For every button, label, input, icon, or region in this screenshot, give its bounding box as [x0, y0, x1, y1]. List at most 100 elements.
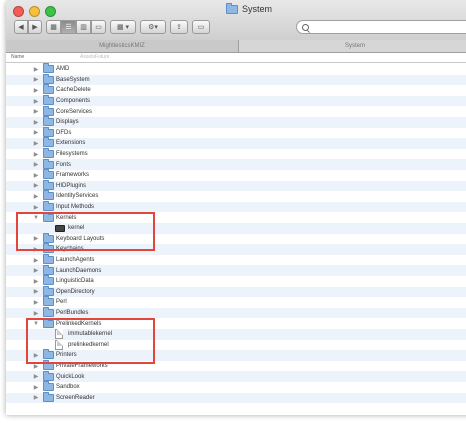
- folder-icon: [43, 73, 54, 84]
- disclosure-collapsed-icon[interactable]: ▶: [33, 119, 39, 126]
- file-row[interactable]: ▶ OpenDirectory: [6, 285, 466, 298]
- finder-window: System ◀ ▶ ▦ ☰ ▥ ▭ ▦ ▾ ⚙ ▾ ⇪ ▭ Mightiest…: [6, 0, 466, 415]
- back-button[interactable]: ◀: [14, 20, 28, 34]
- file-row[interactable]: ▶ Extensions: [6, 137, 466, 149]
- folder-icon: [43, 275, 54, 286]
- file-name-label: ScreenReader: [56, 394, 95, 401]
- tab-mightiesticskmiz[interactable]: MightiesticsKMIZ: [6, 40, 239, 52]
- tab-system[interactable]: System: [239, 40, 466, 52]
- file-row[interactable]: ▶ QuickLook: [6, 370, 466, 382]
- column-header: Name AssetsFuture: [6, 53, 466, 63]
- column-view-button[interactable]: ▥: [76, 20, 91, 34]
- disclosure-collapsed-icon[interactable]: ▶: [33, 310, 39, 317]
- folder-icon: [43, 264, 54, 275]
- file-name-label: Input Methods: [56, 204, 95, 211]
- disclosure-collapsed-icon[interactable]: ▶: [33, 151, 39, 158]
- file-row[interactable]: ▶ LinguisticData: [6, 275, 466, 287]
- file-row[interactable]: ▶ CacheDelete: [6, 84, 466, 96]
- disclosure-collapsed-icon[interactable]: ▶: [33, 98, 39, 105]
- file-row[interactable]: ▶ Input Methods: [6, 201, 466, 213]
- file-name-label: Components: [56, 98, 91, 105]
- disclosure-collapsed-icon[interactable]: ▶: [33, 257, 39, 264]
- close-button[interactable]: [13, 6, 24, 17]
- file-name-label: LaunchAgents: [56, 257, 95, 264]
- file-name-label: PerlBundles: [56, 310, 89, 317]
- disclosure-collapsed-icon[interactable]: ▶: [33, 193, 39, 200]
- file-row[interactable]: ▶ Fonts: [6, 158, 466, 170]
- folder-icon: [43, 179, 54, 190]
- file-row[interactable]: ▶ ScreenReader: [6, 391, 466, 404]
- file-row[interactable]: ▶ HIDPlugins: [6, 179, 466, 192]
- file-row[interactable]: ▶ Perl: [6, 296, 466, 308]
- minimize-button[interactable]: [29, 6, 40, 17]
- file-row[interactable]: ▶ BaseSystem: [6, 73, 466, 86]
- file-name-label: HIDPlugins: [56, 182, 87, 189]
- toolbar: ◀ ▶ ▦ ☰ ▥ ▭ ▦ ▾ ⚙ ▾ ⇪ ▭: [14, 20, 210, 34]
- file-row[interactable]: ▶ Filesystems: [6, 148, 466, 160]
- disclosure-collapsed-icon[interactable]: ▶: [33, 87, 39, 94]
- folder-icon: [43, 201, 54, 212]
- tag-button[interactable]: ▭: [192, 20, 210, 34]
- disclosure-collapsed-icon[interactable]: ▶: [33, 76, 39, 83]
- icon-view-button[interactable]: ▦: [46, 20, 61, 34]
- search-field[interactable]: [296, 20, 466, 34]
- file-name-label: Extensions: [56, 140, 86, 147]
- file-name-label: Perl: [56, 299, 67, 306]
- file-row[interactable]: ▶ Sandbox: [6, 381, 466, 393]
- window-title-text: System: [242, 4, 273, 14]
- disclosure-collapsed-icon[interactable]: ▶: [33, 278, 39, 285]
- disclosure-collapsed-icon[interactable]: ▶: [33, 182, 39, 189]
- file-row[interactable]: ▶ PerlBundles: [6, 307, 466, 319]
- disclosure-collapsed-icon[interactable]: ▶: [33, 66, 39, 73]
- disclosure-collapsed-icon[interactable]: ▶: [33, 373, 39, 380]
- disclosure-collapsed-icon[interactable]: ▶: [33, 108, 39, 115]
- search-icon: [302, 23, 309, 31]
- zoom-button[interactable]: [45, 6, 56, 17]
- file-row[interactable]: ▶ IdentityServices: [6, 190, 466, 202]
- file-row[interactable]: ▶ AMD: [6, 63, 466, 75]
- file-row[interactable]: ▶ DFDs: [6, 126, 466, 139]
- gear-icon: ⚙: [148, 24, 155, 31]
- list-view-button[interactable]: ☰: [61, 20, 76, 34]
- name-column-header[interactable]: Name: [11, 54, 24, 60]
- file-row[interactable]: ▶ Components: [6, 95, 466, 107]
- disclosure-collapsed-icon[interactable]: ▶: [33, 161, 39, 168]
- folder-icon: [43, 158, 54, 169]
- share-button[interactable]: ⇪: [170, 20, 188, 34]
- column-header-ghost-text: AssetsFuture: [80, 54, 110, 60]
- forward-button[interactable]: ▶: [28, 20, 42, 34]
- disclosure-collapsed-icon[interactable]: ▶: [33, 394, 39, 401]
- file-name-label: CoreServices: [56, 108, 93, 115]
- file-row[interactable]: ▶ Frameworks: [6, 169, 466, 181]
- disclosure-collapsed-icon[interactable]: ▶: [33, 140, 39, 147]
- file-name-label: QuickLook: [56, 373, 85, 380]
- file-name-label: Filesystems: [56, 151, 88, 158]
- disclosure-collapsed-icon[interactable]: ▶: [33, 204, 39, 211]
- disclosure-collapsed-icon[interactable]: ▶: [33, 299, 39, 306]
- action-gear-button[interactable]: ⚙ ▾: [140, 20, 166, 34]
- folder-icon: [43, 84, 54, 95]
- folder-icon: [43, 190, 54, 201]
- window-controls: [13, 6, 56, 17]
- tab-bar: MightiesticsKMIZ System: [6, 40, 466, 53]
- arrange-button[interactable]: ▦ ▾: [110, 20, 136, 34]
- file-row[interactable]: ▶ LaunchAgents: [6, 254, 466, 266]
- folder-icon: [43, 105, 54, 116]
- folder-icon: [43, 137, 54, 148]
- file-name-label: AMD: [56, 66, 70, 73]
- file-name-label: CacheDelete: [56, 87, 91, 94]
- folder-icon: [43, 63, 54, 74]
- disclosure-collapsed-icon[interactable]: ▶: [33, 129, 39, 136]
- file-name-label: BaseSystem: [56, 76, 90, 83]
- disclosure-collapsed-icon[interactable]: ▶: [33, 267, 39, 274]
- folder-icon: [43, 391, 54, 402]
- file-row[interactable]: ▶ CoreServices: [6, 105, 466, 117]
- disclosure-collapsed-icon[interactable]: ▶: [33, 172, 39, 179]
- file-row[interactable]: ▶ Displays: [6, 116, 466, 128]
- coverflow-view-button[interactable]: ▭: [91, 20, 106, 34]
- folder-icon: [43, 381, 54, 392]
- disclosure-collapsed-icon[interactable]: ▶: [33, 288, 39, 295]
- file-name-label: Fonts: [56, 161, 72, 168]
- file-row[interactable]: ▶ LaunchDaemons: [6, 264, 466, 276]
- disclosure-collapsed-icon[interactable]: ▶: [33, 384, 39, 391]
